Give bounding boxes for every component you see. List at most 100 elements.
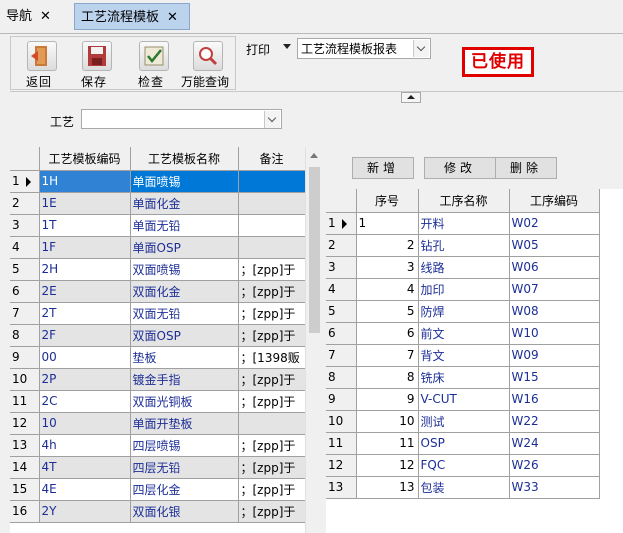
template-name-cell[interactable]: 双面喷锡 <box>130 258 239 281</box>
template-name-cell[interactable]: 单面OSP <box>130 236 239 259</box>
process-code-cell[interactable]: W24 <box>509 432 600 455</box>
process-code-cell[interactable]: W08 <box>509 300 600 323</box>
template-code-cell[interactable]: 1E <box>39 192 131 215</box>
template-code-cell[interactable]: 4h <box>39 434 131 457</box>
tab-process-template[interactable]: 工艺流程模板 ✕ <box>74 3 190 30</box>
process-name-cell[interactable]: 防焊 <box>418 300 510 323</box>
save-button[interactable]: 保存 <box>68 39 120 89</box>
template-name-cell[interactable]: 镀金手指 <box>130 368 239 391</box>
sequence-cell[interactable]: 13 <box>356 476 419 499</box>
close-icon[interactable]: ✕ <box>40 9 51 24</box>
template-grid[interactable]: 工艺模板编码 工艺模板名称 备注 1 1H 单面喷锡 2 1E 单面化金 3 1T 单面无铅 4 1… <box>10 147 306 533</box>
row-number[interactable]: 16 <box>10 500 40 523</box>
process-code-cell[interactable]: W16 <box>509 388 600 411</box>
template-code-cell[interactable]: 00 <box>39 346 131 369</box>
row-number[interactable]: 6 <box>10 280 40 303</box>
note-cell[interactable]: ；[zpp]于 <box>238 302 306 325</box>
row-number[interactable]: 7 <box>10 302 40 325</box>
column-header[interactable]: 工序名称 <box>418 189 510 213</box>
table-row[interactable]: 16 2Y 双面化银 ；[zpp]于 <box>10 500 306 523</box>
table-row[interactable]: 11 2C 双面光铜板 ；[zpp]于 <box>10 390 306 413</box>
process-name-cell[interactable]: 线路 <box>418 256 510 279</box>
universal-query-button[interactable]: 万能查询 <box>179 39 231 89</box>
table-row[interactable]: 10 2P 镀金手指 ；[zpp]于 <box>10 368 306 391</box>
note-cell[interactable]: ；[zpp]于 <box>238 500 306 523</box>
process-name-cell[interactable]: FQC <box>418 454 510 477</box>
vertical-scrollbar[interactable] <box>305 147 323 533</box>
note-cell[interactable]: ；[zpp]于 <box>238 478 306 501</box>
row-number[interactable]: 13 <box>326 476 357 499</box>
sequence-cell[interactable]: 2 <box>356 234 419 257</box>
row-number[interactable]: 7 <box>326 344 357 367</box>
chevron-down-icon[interactable] <box>413 40 429 57</box>
note-cell[interactable] <box>238 412 306 435</box>
template-name-cell[interactable]: 双面化银 <box>130 500 239 523</box>
template-name-cell[interactable]: 四层化金 <box>130 478 239 501</box>
template-code-cell[interactable]: 10 <box>39 412 131 435</box>
process-code-cell[interactable]: W15 <box>509 366 600 389</box>
template-code-cell[interactable]: 2C <box>39 390 131 413</box>
row-number[interactable]: 5 <box>10 258 40 281</box>
table-row[interactable]: 12 10 单面开垫板 <box>10 412 306 435</box>
table-row[interactable]: 14 4T 四层无铅 ；[zpp]于 <box>10 456 306 479</box>
row-number[interactable]: 5 <box>326 300 357 323</box>
note-cell[interactable]: ；[zpp]于 <box>238 390 306 413</box>
scroll-up-icon[interactable] <box>310 153 318 158</box>
table-row[interactable]: 9 9 V-CUT W16 <box>326 388 600 411</box>
table-row[interactable]: 8 2F 双面OSP ；[zpp]于 <box>10 324 306 347</box>
row-number[interactable]: 2 <box>10 192 40 215</box>
table-row[interactable]: 4 1F 单面OSP <box>10 236 306 259</box>
sequence-cell[interactable]: 7 <box>356 344 419 367</box>
note-cell[interactable] <box>238 214 306 237</box>
row-number[interactable]: 3 <box>10 214 40 237</box>
table-row[interactable]: 4 4 加印 W07 <box>326 278 600 301</box>
note-cell[interactable]: ；[zpp]于 <box>238 324 306 347</box>
process-code-cell[interactable]: W07 <box>509 278 600 301</box>
template-name-cell[interactable]: 四层无铅 <box>130 456 239 479</box>
template-name-cell[interactable]: 双面无铅 <box>130 302 239 325</box>
template-code-cell[interactable]: 2H <box>39 258 131 281</box>
sequence-cell[interactable]: 11 <box>356 432 419 455</box>
process-code-cell[interactable]: W10 <box>509 322 600 345</box>
template-code-cell[interactable]: 2T <box>39 302 131 325</box>
row-number[interactable]: 8 <box>326 366 357 389</box>
table-row[interactable]: 8 8 铣床 W15 <box>326 366 600 389</box>
template-name-cell[interactable]: 单面开垫板 <box>130 412 239 435</box>
sequence-cell[interactable]: 8 <box>356 366 419 389</box>
sequence-cell[interactable]: 5 <box>356 300 419 323</box>
process-code-cell[interactable]: W02 <box>509 212 600 235</box>
template-name-cell[interactable]: 双面光铜板 <box>130 390 239 413</box>
sequence-cell[interactable]: 4 <box>356 278 419 301</box>
row-number[interactable]: 4 <box>10 236 40 259</box>
note-cell[interactable] <box>238 170 306 193</box>
table-row[interactable]: 13 13 包装 W33 <box>326 476 600 499</box>
back-button[interactable]: 返回 <box>13 39 65 89</box>
note-cell[interactable]: ；[zpp]于 <box>238 258 306 281</box>
row-number[interactable]: 11 <box>10 390 40 413</box>
table-row[interactable]: 11 11 OSP W24 <box>326 432 600 455</box>
row-number[interactable]: 9 <box>10 346 40 369</box>
print-label[interactable]: 打印 <box>246 41 270 58</box>
note-cell[interactable]: ；[zpp]于 <box>238 434 306 457</box>
table-row[interactable]: 3 1T 单面无铅 <box>10 214 306 237</box>
tab-navigation[interactable]: 导航 ✕ <box>0 3 68 30</box>
process-code-cell[interactable]: W33 <box>509 476 600 499</box>
template-name-cell[interactable]: 四层喷锡 <box>130 434 239 457</box>
process-name-cell[interactable]: V-CUT <box>418 388 510 411</box>
sequence-cell[interactable]: 6 <box>356 322 419 345</box>
note-cell[interactable] <box>238 192 306 215</box>
template-code-cell[interactable]: 2E <box>39 280 131 303</box>
process-code-cell[interactable]: W09 <box>509 344 600 367</box>
row-number[interactable]: 9 <box>326 388 357 411</box>
sequence-cell[interactable]: 3 <box>356 256 419 279</box>
process-name-cell[interactable]: 铣床 <box>418 366 510 389</box>
row-number[interactable]: 10 <box>10 368 40 391</box>
row-number[interactable]: 1 <box>326 212 357 235</box>
sequence-cell[interactable]: 9 <box>356 388 419 411</box>
template-name-cell[interactable]: 垫板 <box>130 346 239 369</box>
process-name-cell[interactable]: OSP <box>418 432 510 455</box>
note-cell[interactable]: ；[1398贩 <box>238 346 306 369</box>
process-step-grid[interactable]: 序号 工序名称 工序编码 1 1 开料 W02 2 2 钻孔 W05 3 3 线路 W06 4 4 加印 W0… <box>326 189 623 533</box>
row-number[interactable]: 11 <box>326 432 357 455</box>
column-header[interactable]: 工艺模板名称 <box>130 147 239 171</box>
